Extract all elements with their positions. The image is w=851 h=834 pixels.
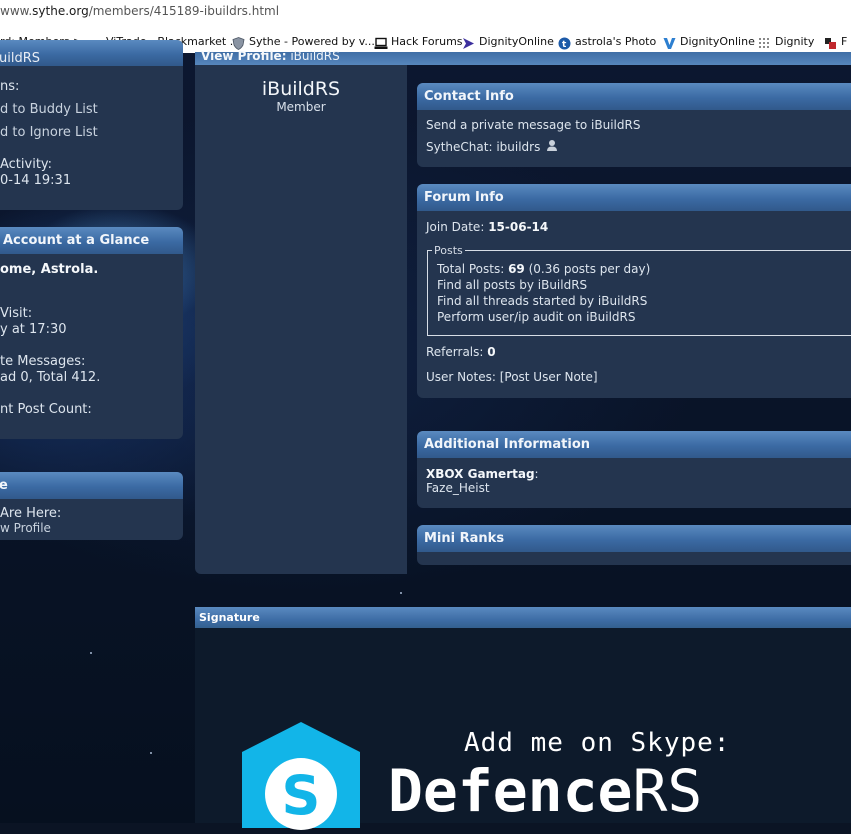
bookmark-hackforums[interactable]: Hack Forums: [374, 30, 463, 53]
bookmark-f[interactable]: F: [824, 30, 847, 53]
profile-column: [195, 52, 407, 574]
view-profile-header-text: View Profile: iBuildRS: [201, 49, 340, 63]
url-path: /members/415189-ibuildrs.html: [88, 4, 280, 18]
address-bar[interactable]: www.sythe.org/members/415189-ibuildrs.ht…: [0, 0, 851, 23]
total-posts-label: Total Posts:: [437, 262, 505, 276]
mini-ranks-panel: Mini Ranks: [417, 525, 851, 565]
find-threads-link[interactable]: Find all threads started by iBuildRS: [437, 294, 647, 308]
shield-icon: [232, 35, 245, 50]
bookmark-label: DignityOnline: [479, 35, 554, 48]
gamertag-value: Faze_Heist: [426, 481, 490, 495]
join-date-label: Join Date:: [426, 220, 485, 234]
v-logo-icon: [663, 35, 676, 49]
bookmark-photo[interactable]: t astrola's Photo: [558, 30, 656, 53]
join-date-value: 15-06-14: [488, 220, 549, 234]
post-count-label: nt Post Count:: [0, 402, 92, 417]
tools-icon: [824, 35, 837, 49]
profile-usertitle: Member: [276, 100, 326, 114]
toolbar-gap: [0, 22, 851, 30]
view-profile-breadcrumb[interactable]: w Profile: [0, 521, 51, 535]
private-messages-label[interactable]: te Messages:: [0, 354, 85, 369]
referrals-label: Referrals:: [426, 345, 484, 359]
last-visit-label: Visit:: [0, 306, 33, 321]
url-prefix: www.: [0, 4, 33, 18]
total-posts-row: Total Posts: 69 (0.36 posts per day): [437, 262, 650, 276]
bookmark-label: Dignity: [775, 35, 815, 48]
add-ignore-link[interactable]: d to Ignore List: [0, 125, 98, 140]
bookmark-label: Hack Forums: [391, 35, 463, 48]
sythechat-label: SytheChat:: [426, 140, 493, 154]
bookmark-dignityonline[interactable]: DignityOnline: [462, 30, 554, 53]
grid-icon: [758, 35, 771, 48]
sythechat-row: SytheChat: ibuildrs: [426, 139, 558, 155]
referrals-row: Referrals: 0: [426, 345, 496, 359]
signature-rs: RS: [632, 757, 703, 825]
post-user-note-link[interactable]: [Post User Note]: [500, 370, 598, 384]
last-visit-value: y at 17:30: [0, 322, 67, 337]
user-notes-label: User Notes:: [426, 370, 496, 384]
url-host: sythe.org: [32, 4, 89, 18]
find-posts-link[interactable]: Find all posts by iBuildRS: [437, 278, 587, 292]
total-posts-value: 69: [508, 262, 525, 276]
you-are-here-header: e: [0, 472, 183, 499]
gamertag-label-row: XBOX Gamertag:: [426, 467, 539, 481]
bookmark-label: DignityOnline: [680, 35, 755, 48]
join-date-row: Join Date: 15-06-14: [426, 220, 548, 234]
account-glance-header: Account at a Glance: [0, 227, 183, 254]
bookmark-label: astrola's Photo: [575, 35, 657, 48]
add-buddy-link[interactable]: d to Buddy List: [0, 102, 98, 117]
contact-info-header: Contact Info: [417, 83, 851, 110]
user-ip-audit-link[interactable]: Perform user/ip audit on iBuildRS: [437, 310, 636, 324]
signature-header: Signature: [195, 607, 851, 628]
bookmark-label: F: [841, 35, 848, 48]
user-notes-row: User Notes: [Post User Note]: [426, 370, 598, 384]
bookmark-dignity[interactable]: Dignity: [758, 30, 814, 53]
photobucket-icon: t: [558, 35, 571, 50]
view-profile-user: iBuildRS: [290, 49, 340, 63]
referrals-value: 0: [487, 345, 496, 359]
signature-line-2: DefenceRS: [388, 756, 702, 826]
bookmark-dignityonline-2[interactable]: DignityOnline: [663, 30, 755, 53]
send-pm-link[interactable]: Send a private message to iBuildRS: [426, 118, 640, 132]
svg-text:t: t: [562, 40, 567, 50]
skype-logo: S: [236, 720, 366, 830]
additional-info-header: Additional Information: [417, 431, 851, 458]
activity-value: 0-14 19:31: [0, 173, 72, 188]
activity-label: Activity:: [0, 157, 53, 172]
mini-ranks-header: Mini Ranks: [417, 525, 851, 552]
profile-username: iBuildRS: [261, 78, 341, 100]
laptop-icon: [374, 35, 388, 49]
welcome-text: ome, Astrola.: [0, 262, 99, 277]
actions-label: ns:: [0, 79, 20, 94]
posts-legend: Posts: [434, 244, 463, 257]
private-messages-value: ad 0, Total 412.: [0, 370, 101, 385]
posts-per-day: (0.36 posts per day): [528, 262, 651, 276]
sidebar-user-header: uildRS: [0, 40, 183, 66]
view-profile-label: View Profile:: [201, 49, 287, 63]
sythechat-value[interactable]: ibuildrs: [496, 140, 540, 154]
play-arrow-icon: [462, 35, 475, 49]
user-icon[interactable]: [546, 139, 558, 155]
signature-defence: Defence: [388, 757, 633, 825]
forum-info-header: Forum Info: [417, 184, 851, 211]
gamertag-label: XBOX Gamertag: [426, 467, 535, 481]
you-are-here-label: Are Here:: [0, 506, 62, 521]
signature-line-1: Add me on Skype:: [464, 728, 731, 758]
gamertag-colon: :: [534, 467, 539, 481]
skype-s-letter: S: [282, 764, 321, 827]
